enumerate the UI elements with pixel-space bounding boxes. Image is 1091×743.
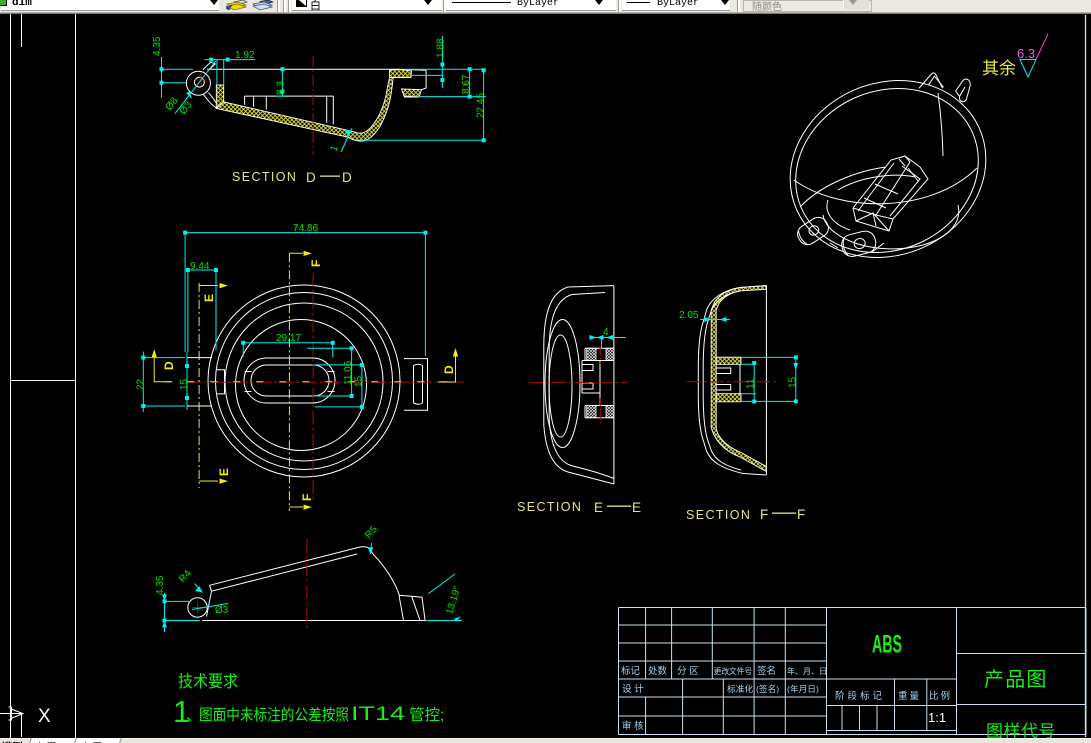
svg-text:SECTION: SECTION	[232, 170, 297, 184]
svg-text:F: F	[300, 494, 314, 501]
svg-text:设 计: 设 计	[622, 683, 644, 695]
svg-text:(年月日): (年月日)	[787, 683, 819, 694]
svg-text:11.06: 11.06	[343, 360, 354, 385]
svg-text:阶段标记: 阶段标记	[835, 690, 885, 702]
svg-text:SECTION: SECTION	[517, 500, 582, 514]
svg-text:产品图: 产品图	[984, 668, 1048, 691]
svg-text:4.35: 4.35	[155, 575, 166, 595]
svg-text:IT14: IT14	[351, 704, 406, 725]
svg-text:签名: 签名	[757, 665, 776, 677]
svg-text:15: 15	[179, 378, 190, 390]
svg-text:D: D	[342, 170, 352, 185]
svg-text:8.3: 8.3	[276, 81, 287, 95]
svg-text:E: E	[202, 294, 216, 302]
svg-text:22: 22	[135, 378, 146, 390]
svg-text:技术要求: 技术要求	[178, 672, 238, 691]
svg-text:1:1: 1:1	[928, 710, 946, 725]
svg-text:管控;: 管控;	[409, 706, 444, 724]
svg-text:Ø3: Ø3	[215, 605, 229, 616]
svg-text:E: E	[632, 500, 641, 515]
svg-text:8.67: 8.67	[461, 74, 472, 94]
svg-text:分 区: 分 区	[677, 666, 699, 677]
svg-text:D: D	[162, 361, 176, 370]
svg-text:E: E	[217, 468, 231, 476]
svg-text:9.44: 9.44	[190, 261, 210, 272]
svg-text:F: F	[797, 507, 805, 522]
svg-text:审 核: 审 核	[622, 720, 644, 732]
svg-text:SECTION: SECTION	[686, 508, 751, 522]
svg-text:6.3: 6.3	[1017, 46, 1035, 61]
svg-text:X: X	[38, 706, 51, 727]
svg-text:比例: 比例	[929, 690, 952, 702]
svg-text:29.17: 29.17	[276, 333, 301, 344]
svg-text:D: D	[306, 170, 316, 185]
svg-text:22.45: 22.45	[476, 93, 487, 118]
svg-text:74.86: 74.86	[293, 223, 318, 234]
svg-text:15: 15	[788, 376, 799, 388]
svg-text:F: F	[760, 507, 768, 522]
svg-text:重量: 重量	[898, 690, 921, 702]
svg-text:其余: 其余	[982, 59, 1016, 78]
svg-text:D: D	[442, 365, 456, 374]
svg-text:2.05: 2.05	[679, 310, 699, 321]
svg-text:4.35: 4.35	[152, 36, 163, 56]
svg-text:处数: 处数	[648, 665, 668, 677]
svg-text:15: 15	[354, 375, 365, 387]
svg-text:11: 11	[746, 378, 757, 389]
svg-text:更改文件号: 更改文件号	[714, 666, 753, 676]
svg-text:E: E	[594, 500, 603, 515]
svg-text:(签名): (签名)	[756, 683, 779, 694]
svg-text:F: F	[309, 260, 323, 267]
svg-text:标准化: 标准化	[727, 683, 753, 694]
svg-text:1.92: 1.92	[235, 50, 255, 61]
svg-text:4: 4	[603, 327, 609, 338]
svg-text:ABS: ABS	[872, 631, 902, 659]
svg-text:年、月、日: 年、月、日	[787, 666, 827, 676]
svg-text:图面中未标注的公差按照: 图面中未标注的公差按照	[199, 706, 349, 724]
svg-text:标记: 标记	[621, 665, 641, 677]
svg-text:1.88: 1.88	[436, 38, 447, 58]
